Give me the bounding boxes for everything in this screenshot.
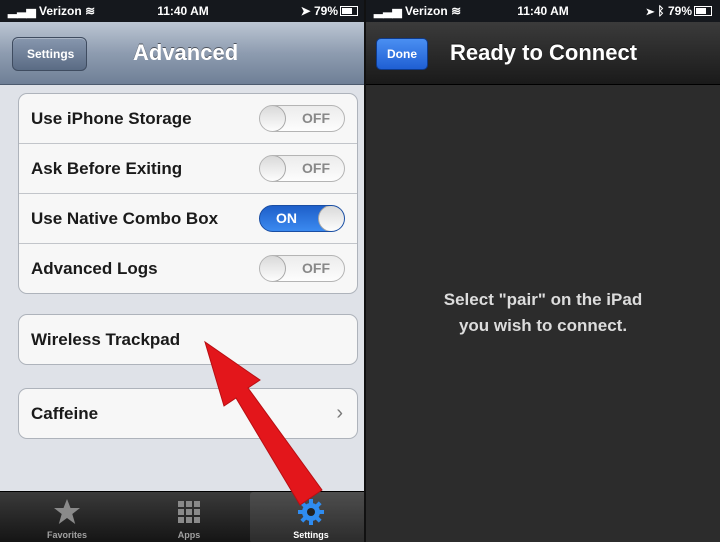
battery-icon (340, 6, 358, 16)
left-phone-screen: ▂▃▅ Verizon ≋ 11:40 AM ➤ 79% Settings Ad… (0, 0, 366, 542)
caffeine-row[interactable]: Caffeine › (19, 389, 357, 438)
page-title: Ready to Connect (450, 40, 638, 65)
bluetooth-icon: ᛒ (657, 4, 665, 18)
instruction-line-2: you wish to connect. (458, 316, 628, 335)
wireless-trackpad-row[interactable]: Wireless Trackpad (19, 315, 357, 364)
setting-row-advanced-logs: Advanced Logs OFF (19, 244, 357, 293)
pairing-instructions: Select "pair" on the iPad you wish to co… (366, 287, 720, 339)
chevron-right-icon: › (336, 402, 343, 424)
grid-icon (178, 501, 200, 523)
instruction-line-1: Select "pair" on the iPad (443, 290, 643, 309)
nav-bar: Settings Advanced (0, 22, 366, 85)
caffeine-group: Caffeine › (18, 388, 358, 439)
wireless-trackpad-label: Wireless Trackpad (31, 330, 181, 349)
battery-icon (694, 6, 712, 16)
setting-row-use-iphone-storage: Use iPhone Storage OFF (19, 94, 357, 144)
use-iphone-storage-toggle[interactable]: OFF (259, 105, 345, 132)
nav-bar: Done Ready to Connect (366, 22, 720, 85)
caffeine-label: Caffeine (31, 404, 99, 423)
settings-back-button[interactable]: Settings (12, 37, 88, 71)
tab-label: Favorites (46, 530, 88, 540)
right-phone-screen: ▂▃▅ Verizon ≋ 11:40 AM ➤ ᛒ 79% Done Read… (366, 0, 720, 542)
tab-label: Apps (177, 530, 201, 540)
status-bar: ▂▃▅ Verizon ≋ 11:40 AM ➤ 79% (0, 0, 366, 22)
tab-apps[interactable]: Apps (128, 492, 250, 542)
tab-bar: Favorites Apps Settings (0, 491, 366, 542)
advanced-logs-toggle[interactable]: OFF (259, 255, 345, 282)
battery-status: ➤ ᛒ 79% (647, 4, 712, 18)
gear-icon (298, 499, 324, 525)
star-icon (54, 499, 80, 524)
setting-row-ask-before-exiting: Ask Before Exiting OFF (19, 144, 357, 194)
done-button[interactable]: Done (376, 38, 428, 70)
tab-label: Settings (293, 530, 329, 540)
setting-label: Advanced Logs (31, 259, 158, 278)
location-icon: ➤ (300, 4, 311, 18)
use-native-combo-box-toggle[interactable]: ON (259, 205, 345, 232)
page-title: Advanced (133, 40, 239, 65)
toggle-settings-group: Use iPhone Storage OFF Ask Before Exitin… (18, 93, 358, 294)
setting-row-use-native-combo-box: Use Native Combo Box ON (19, 194, 357, 244)
ask-before-exiting-toggle[interactable]: OFF (259, 155, 345, 182)
tab-settings[interactable]: Settings (250, 492, 366, 542)
wireless-trackpad-group: Wireless Trackpad (18, 314, 358, 365)
battery-status: ➤ 79% (301, 4, 358, 18)
setting-label: Use Native Combo Box (31, 209, 219, 228)
setting-label: Ask Before Exiting (31, 159, 183, 178)
setting-label: Use iPhone Storage (31, 109, 192, 128)
tab-favorites[interactable]: Favorites (6, 492, 128, 542)
status-bar: ▂▃▅ Verizon ≋ 11:40 AM ➤ ᛒ 79% (366, 0, 720, 22)
location-icon: ➤ (646, 4, 655, 18)
